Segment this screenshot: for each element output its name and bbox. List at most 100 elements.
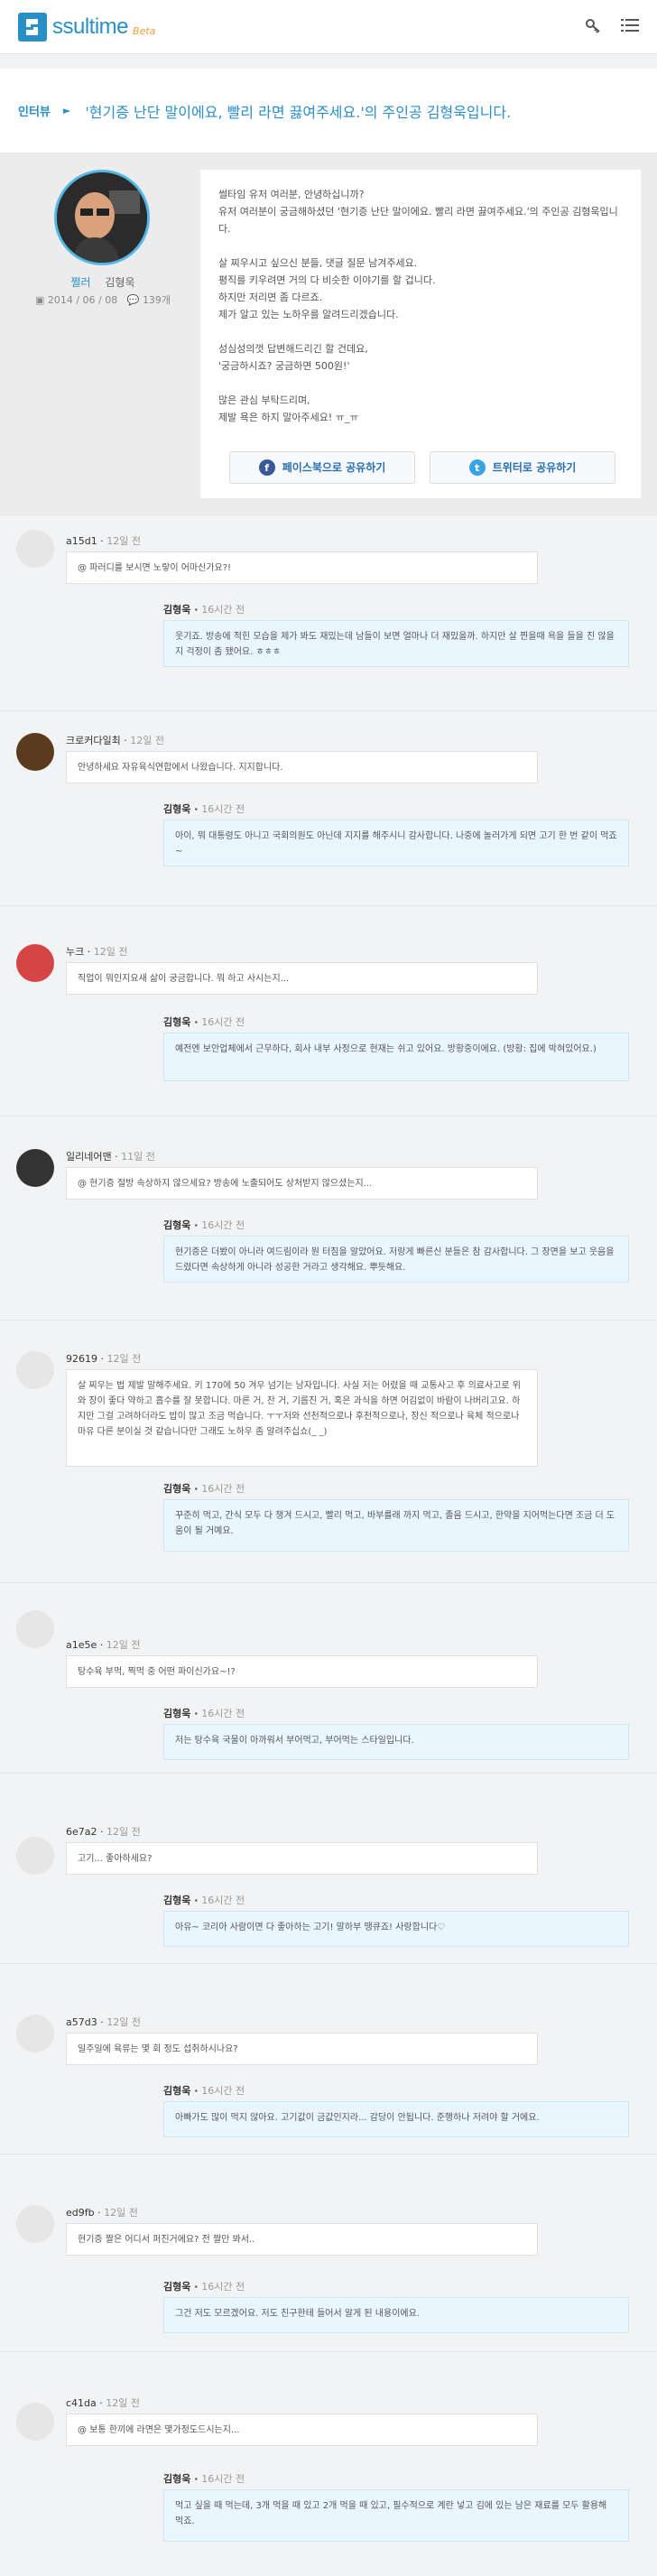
answer-box: 웃기죠. 방송에 적힌 모습을 제가 봐도 재밌는데 남들이 보면 얼마나 더 … [163, 620, 629, 667]
question-box: @ 현기증 절방 속상하지 않으세요? 방송에 노출되어도 상처받지 않으셨는지… [66, 1167, 538, 1200]
intro-line: 많은 관심 부탁드리며, [218, 394, 310, 406]
qa-item: a57d3 · 12일 전 일주일에 육류는 몇 회 정도 섭취하시나요? 김형… [0, 1963, 657, 2153]
profile-realname: 김형욱 [105, 276, 135, 289]
question-author: a15d1 · 12일 전 [66, 535, 141, 547]
answer-box: 저는 탕수육 국물이 아까워서 부어먹고, 부어먹는 스타일입니다. [163, 1724, 629, 1760]
intro-line: 유저 여러분이 궁금해하셨던 '현기증 난단 말이에요. 빨리 라면 끓여주세요… [218, 206, 618, 235]
facebook-icon: f [258, 459, 275, 476]
question-box: 고기... 좋아하세요? [66, 1842, 538, 1875]
user-avatar [16, 944, 54, 982]
comment-count: 139개 [142, 294, 171, 306]
question-author: 크로커다일최 · 12일 전 [66, 735, 164, 746]
qa-item: 6e7a2 · 12일 전 고기... 좋아하세요? 김형욱 · 16시간 전 … [0, 1773, 657, 1962]
logo[interactable]: ssultime Beta [18, 12, 156, 42]
question-author: 누크 · 12일 전 [66, 946, 128, 958]
answer-box: 아이, 뭐 대통령도 아니고 국회의원도 아닌데 지지를 해주시니 감사합니다.… [163, 820, 629, 866]
qa-item: c41da · 12일 전 @ 보통 한끼에 라면은 몇가정도드시는지... 김… [0, 2351, 657, 2576]
qa-item: 크로커다일최 · 12일 전 안녕하세요 자유육식연합에서 나왔습니다. 지지합… [0, 710, 657, 904]
question-box: 살 찌우는 법 제발 말해주세요. 키 170에 50 겨우 넘기는 남자입니다… [66, 1369, 538, 1467]
user-avatar [16, 733, 54, 771]
profile-name-line: 쩔러 김형욱 [0, 274, 206, 290]
intro-line [218, 237, 623, 255]
qa-item: 92619 · 12일 전 살 찌우는 법 제발 말해주세요. 키 170에 5… [0, 1320, 657, 1581]
question-author: 92619 · 12일 전 [66, 1353, 142, 1365]
post-date: 2014 / 06 / 08 [47, 294, 118, 306]
intro-line: 제발 욕은 하지 말아주세요! ㅠ_ㅠ [218, 412, 359, 423]
interview-title: '현기증 난단 말이에요, 빨리 라면 끓여주세요.'의 주인공 김형욱입니다. [85, 103, 512, 121]
question-author: c41da · 12일 전 [66, 2397, 141, 2409]
default-avatar-icon [16, 2205, 54, 2243]
question-author: a57d3 · 12일 전 [66, 2016, 141, 2028]
logo-text: ssultime [52, 14, 129, 39]
beta-badge: Beta [133, 25, 156, 37]
twitter-share-button[interactable]: t 트위터로 공유하기 [430, 451, 615, 484]
calendar-icon: ▣ [34, 294, 45, 306]
logo-mark-icon [18, 12, 47, 42]
answer-box: 그건 저도 모르겠어요. 저도 친구한테 들어서 알게 된 내용이에요. [163, 2297, 629, 2333]
qa-item: 누크 · 12일 전 직업이 뭐인지요새 삶이 궁금합니다. 뭐 하고 사시는지… [0, 905, 657, 1115]
default-avatar-icon [16, 2015, 54, 2052]
question-author: 일리네어맨 · 11일 전 [66, 1151, 155, 1163]
intro-line: '궁금하시죠? 궁금하면 500원!' [218, 360, 350, 372]
question-box: 일주일에 육류는 몇 회 정도 섭취하시나요? [66, 2033, 538, 2065]
default-avatar-icon [16, 1837, 54, 1875]
user-avatar [16, 1149, 54, 1187]
question-box: @ 파러디를 보시면 노랗이 어마신가요?! [66, 551, 538, 584]
question-box: 탕수육 부먹, 찍먹 중 어떤 파이신가요~!? [66, 1655, 538, 1688]
default-avatar-icon [16, 1351, 54, 1389]
question-box: @ 보통 한끼에 라면은 몇가정도드시는지... [66, 2414, 538, 2446]
facebook-share-label: 페이스북으로 공유하기 [282, 460, 386, 474]
comment-icon: 💬 [126, 294, 140, 306]
answer-author: 김형욱 · 16시간 전 [163, 1483, 245, 1495]
qa-item: ed9fb · 12일 전 현기증 짤은 어디서 퍼진거에요? 전 짤만 봐서.… [0, 2154, 657, 2350]
menu-icon[interactable] [621, 18, 639, 35]
profile-avatar [54, 170, 150, 265]
category-tag[interactable]: 인터뷰 [18, 102, 51, 119]
answer-author: 김형욱 · 16시간 전 [163, 604, 245, 616]
default-avatar-icon [16, 1610, 54, 1648]
question-box: 안녕하세요 자유육식연합에서 나왔습니다. 지지합니다. [66, 751, 538, 783]
question-author: 6e7a2 · 12일 전 [66, 1826, 141, 1838]
intro-line: 제가 알고 있는 노하우를 알려드리겠습니다. [218, 309, 399, 320]
answer-box: 아유~ 코리아 사람이면 다 좋아하는 고기! 말하부 땡큐죠! 사랑합니다♡ [163, 1911, 629, 1947]
qa-item: a15d1 · 12일 전 @ 파러디를 보시면 노랗이 어마신가요?! 김형욱… [0, 514, 657, 709]
arrow-right-icon: ► [62, 105, 71, 116]
key-icon[interactable] [585, 17, 601, 36]
default-avatar-icon [16, 2403, 54, 2441]
intro-line [218, 323, 623, 340]
profile-meta: ▣ 2014 / 06 / 08 💬 139개 [0, 292, 206, 307]
twitter-icon: t [468, 459, 486, 476]
answer-author: 김형욱 · 16시간 전 [163, 1708, 245, 1719]
answer-box: 현기증은 더봤이 아니라 여드림이라 뭔 터짐을 알았어요. 저랑게 빠른신 분… [163, 1236, 629, 1283]
answer-author: 김형욱 · 16시간 전 [163, 1219, 245, 1231]
answer-author: 김형욱 · 16시간 전 [163, 1016, 245, 1028]
answer-author: 김형욱 · 16시간 전 [163, 803, 245, 815]
answer-author: 김형욱 · 16시간 전 [163, 2281, 245, 2293]
interview-title-bar: 인터뷰 ► '현기증 난단 말이에요, 빨리 라면 끓여주세요.'의 주인공 김… [0, 69, 657, 153]
intro-line: 썰타임 유저 여러분, 안녕하십니까? [218, 189, 365, 200]
question-box: 직업이 뭐인지요새 삶이 궁금합니다. 뭐 하고 사시는지... [66, 962, 538, 995]
intro-line: 평직를 키우려면 거의 다 비슷한 이야기를 할 겁니다. [218, 274, 436, 286]
intro-line [218, 375, 623, 392]
answer-author: 김형욱 · 16시간 전 [163, 2085, 245, 2097]
intro-text-box: 썰타임 유저 여러분, 안녕하십니까? 유저 여러분이 궁금해하셨던 '현기증 … [200, 170, 641, 498]
intro-line: 살 찌우시고 싶으신 분들, 댓글 질문 남겨주세요. [218, 257, 418, 269]
question-author: a1e5e · 12일 전 [66, 1639, 141, 1651]
intro-line: 성심성의껏 답변해드리긴 할 건데요, [218, 343, 368, 355]
answer-box: 꾸준히 먹고, 간식 모두 다 챙겨 드시고, 빨리 먹고, 바부를래 까지 먹… [163, 1499, 629, 1552]
answer-box: 아빠가도 많이 먹지 않아요. 고기값이 금값인지라... 감당이 안됩니다. … [163, 2101, 629, 2137]
top-header: ssultime Beta [0, 0, 657, 54]
profile-nickname[interactable]: 쩔러 [70, 276, 90, 289]
default-avatar-icon [16, 530, 54, 568]
answer-box: 먹고 싶을 때 먹는데, 3개 먹을 때 있고 2개 먹을 때 있고, 필수적으… [163, 2489, 629, 2542]
intro-line: 하지만 저리면 좀 다르죠. [218, 292, 323, 303]
intro-section: 쩔러 김형욱 ▣ 2014 / 06 / 08 💬 139개 썰타임 유저 여러… [0, 153, 657, 514]
answer-author: 김형욱 · 16시간 전 [163, 2473, 245, 2485]
facebook-share-button[interactable]: f 페이스북으로 공유하기 [229, 451, 415, 484]
question-author: ed9fb · 12일 전 [66, 2207, 138, 2219]
question-box: 현기증 짤은 어디서 퍼진거에요? 전 짤만 봐서.. [66, 2223, 538, 2256]
qa-item: 일리네어맨 · 11일 전 @ 현기증 절방 속상하지 않으세요? 방송에 노출… [0, 1116, 657, 1319]
twitter-share-label: 트위터로 공유하기 [492, 460, 577, 474]
answer-box: 예전엔 보안업체에서 근무하다, 회사 내부 사정으로 현재는 쉬고 있어요. … [163, 1033, 629, 1081]
answer-author: 김형욱 · 16시간 전 [163, 1895, 245, 1906]
